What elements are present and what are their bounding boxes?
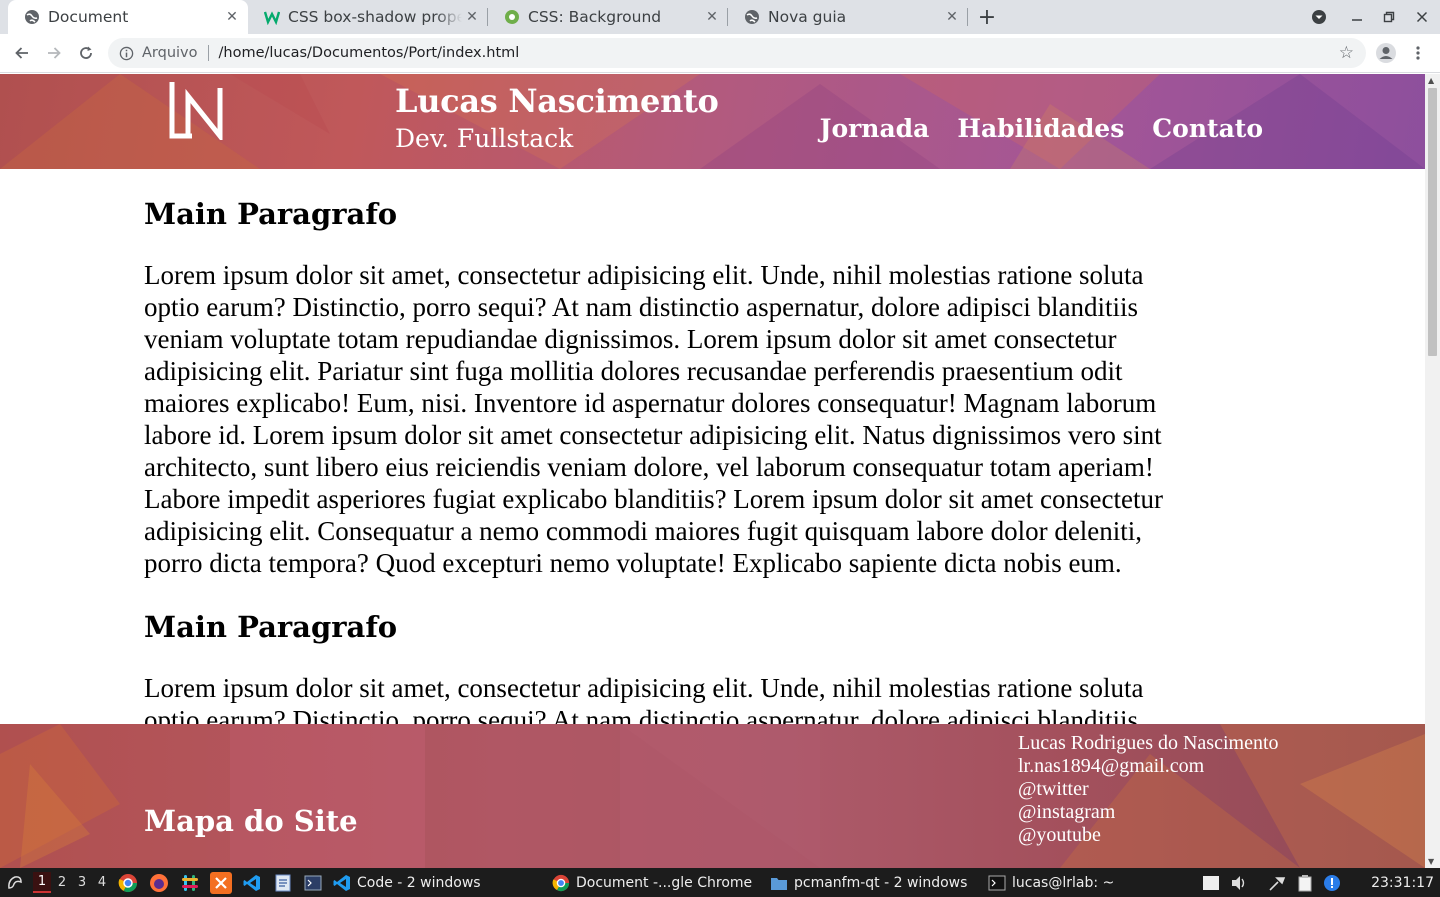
tab-nova-guia[interactable]: Nova guia ✕	[728, 0, 968, 34]
browser-tab-strip: Document ✕ CSS box-shadow property ✕ CSS…	[0, 0, 1440, 34]
xampp-launcher-icon[interactable]	[210, 872, 232, 894]
new-tab-button[interactable]: +	[975, 5, 999, 30]
tab-title: CSS box-shadow property	[288, 8, 462, 26]
firefox-launcher-icon[interactable]	[148, 872, 170, 894]
scroll-up-arrow-icon[interactable]: ▲	[1428, 76, 1434, 85]
clock[interactable]: 23:31:17	[1371, 868, 1434, 897]
tab-separator	[967, 8, 968, 26]
w3schools-icon	[264, 9, 280, 25]
close-icon[interactable]: ✕	[702, 7, 722, 27]
tab-document[interactable]: Document ✕	[8, 0, 248, 34]
page-viewport: Lucas Nascimento Dev. Fullstack Jornada …	[0, 74, 1425, 868]
workspace-1[interactable]: 1	[33, 872, 51, 893]
task-label: Document -...gle Chrome	[576, 874, 753, 891]
contact-twitter[interactable]: @twitter	[1018, 778, 1279, 801]
site-logo[interactable]	[168, 82, 228, 144]
minimize-icon[interactable]	[1346, 6, 1368, 28]
show-desktop-icon[interactable]	[1200, 872, 1222, 894]
bookmark-star-icon[interactable]: ☆	[1339, 43, 1354, 63]
volume-icon[interactable]	[1228, 872, 1250, 894]
mozilla-gear-icon	[504, 9, 520, 25]
desktop-taskbar: 1 2 3 4 Code - 2 windows Document -...gl…	[0, 868, 1440, 897]
close-icon[interactable]: ✕	[462, 7, 482, 27]
site-footer: Mapa do Site Lucas Rodrigues do Nascimen…	[0, 724, 1425, 868]
close-icon[interactable]: ✕	[942, 7, 962, 27]
restore-icon[interactable]	[1378, 6, 1400, 28]
folder-icon	[770, 874, 788, 892]
section-paragraph: Lorem ipsum dolor sit amet, consectetur …	[144, 260, 1163, 578]
terminal-icon	[988, 874, 1006, 892]
tab-css-box-shadow[interactable]: CSS box-shadow property ✕	[248, 0, 488, 34]
footer-contact: Lucas Rodrigues do Nascimento lr.nas1894…	[1018, 732, 1279, 847]
update-notifier-icon[interactable]	[1321, 872, 1343, 894]
contact-youtube[interactable]: @youtube	[1018, 824, 1279, 847]
tab-title: CSS: Background	[528, 8, 662, 26]
nav-habilidades[interactable]: Habilidades	[957, 114, 1124, 143]
browser-toolbar: Arquivo /home/lucas/Documentos/Port/inde…	[0, 34, 1440, 73]
slack-launcher-icon[interactable]	[179, 872, 201, 894]
tab-css-background[interactable]: CSS: Background ✕	[488, 0, 728, 34]
sitemap-title: Mapa do Site	[144, 804, 358, 838]
site-nav: Jornada Habilidades Contato	[820, 114, 1263, 143]
scrollbar-thumb[interactable]	[1428, 88, 1437, 356]
text-editor-launcher-icon[interactable]	[272, 872, 294, 894]
brand-name: Lucas Nascimento	[395, 82, 719, 120]
task-chrome[interactable]: Document -...gle Chrome	[552, 868, 752, 897]
workspace-2[interactable]: 2	[53, 872, 71, 893]
brand-role: Dev. Fullstack	[395, 124, 574, 153]
section-heading: Main Paragrafo	[144, 197, 398, 231]
network-tools-icon[interactable]	[1266, 872, 1288, 894]
start-menu-icon[interactable]	[4, 872, 26, 894]
address-bar[interactable]: Arquivo /home/lucas/Documentos/Port/inde…	[108, 38, 1366, 68]
task-terminal[interactable]: lucas@lrlab: ~	[988, 868, 1114, 897]
task-vscode[interactable]: Code - 2 windows	[333, 868, 481, 897]
contact-instagram[interactable]: @instagram	[1018, 801, 1279, 824]
globe-icon	[744, 9, 760, 25]
tab-title: Document	[48, 8, 129, 26]
tab-search-icon[interactable]	[1308, 6, 1330, 28]
task-label: lucas@lrlab: ~	[1012, 874, 1115, 891]
workspace-3[interactable]: 3	[73, 872, 91, 893]
contact-email[interactable]: lr.nas1894@gmail.com	[1018, 755, 1279, 778]
chrome-launcher-icon[interactable]	[117, 872, 139, 894]
reload-icon[interactable]	[74, 41, 98, 65]
url-text[interactable]: /home/lucas/Documentos/Port/index.html	[219, 45, 520, 61]
nav-jornada[interactable]: Jornada	[820, 114, 930, 143]
contact-name: Lucas Rodrigues do Nascimento	[1018, 732, 1279, 754]
menu-kebab-icon[interactable]	[1406, 41, 1430, 65]
chrome-icon	[552, 874, 570, 892]
vscode-icon	[333, 874, 351, 892]
task-file-manager[interactable]: pcmanfm-qt - 2 windows	[770, 868, 967, 897]
terminal-launcher-icon[interactable]	[302, 872, 324, 894]
workspace-4[interactable]: 4	[93, 872, 111, 893]
vscode-launcher-icon[interactable]	[241, 872, 263, 894]
page-scrollbar[interactable]: ▲ ▼	[1425, 74, 1440, 868]
info-icon[interactable]	[118, 45, 134, 61]
divider	[207, 45, 209, 61]
security-chip[interactable]: Arquivo	[142, 45, 198, 61]
back-arrow-icon[interactable]	[10, 41, 34, 65]
nav-contato[interactable]: Contato	[1152, 114, 1263, 143]
forward-arrow-icon[interactable]	[42, 41, 66, 65]
close-icon[interactable]: ✕	[222, 7, 242, 27]
task-label: Code - 2 windows	[357, 874, 481, 891]
task-label: pcmanfm-qt - 2 windows	[794, 874, 968, 891]
profile-avatar-icon[interactable]	[1374, 41, 1398, 65]
scroll-down-arrow-icon[interactable]: ▼	[1428, 857, 1434, 866]
close-window-icon[interactable]	[1411, 6, 1433, 28]
globe-icon	[24, 9, 40, 25]
site-header: Lucas Nascimento Dev. Fullstack Jornada …	[0, 74, 1425, 169]
tab-title: Nova guia	[768, 8, 847, 26]
clipboard-icon[interactable]	[1294, 872, 1316, 894]
main-content: Main Paragrafo Lorem ipsum dolor sit ame…	[144, 194, 1204, 764]
section-heading: Main Paragrafo	[144, 610, 398, 644]
